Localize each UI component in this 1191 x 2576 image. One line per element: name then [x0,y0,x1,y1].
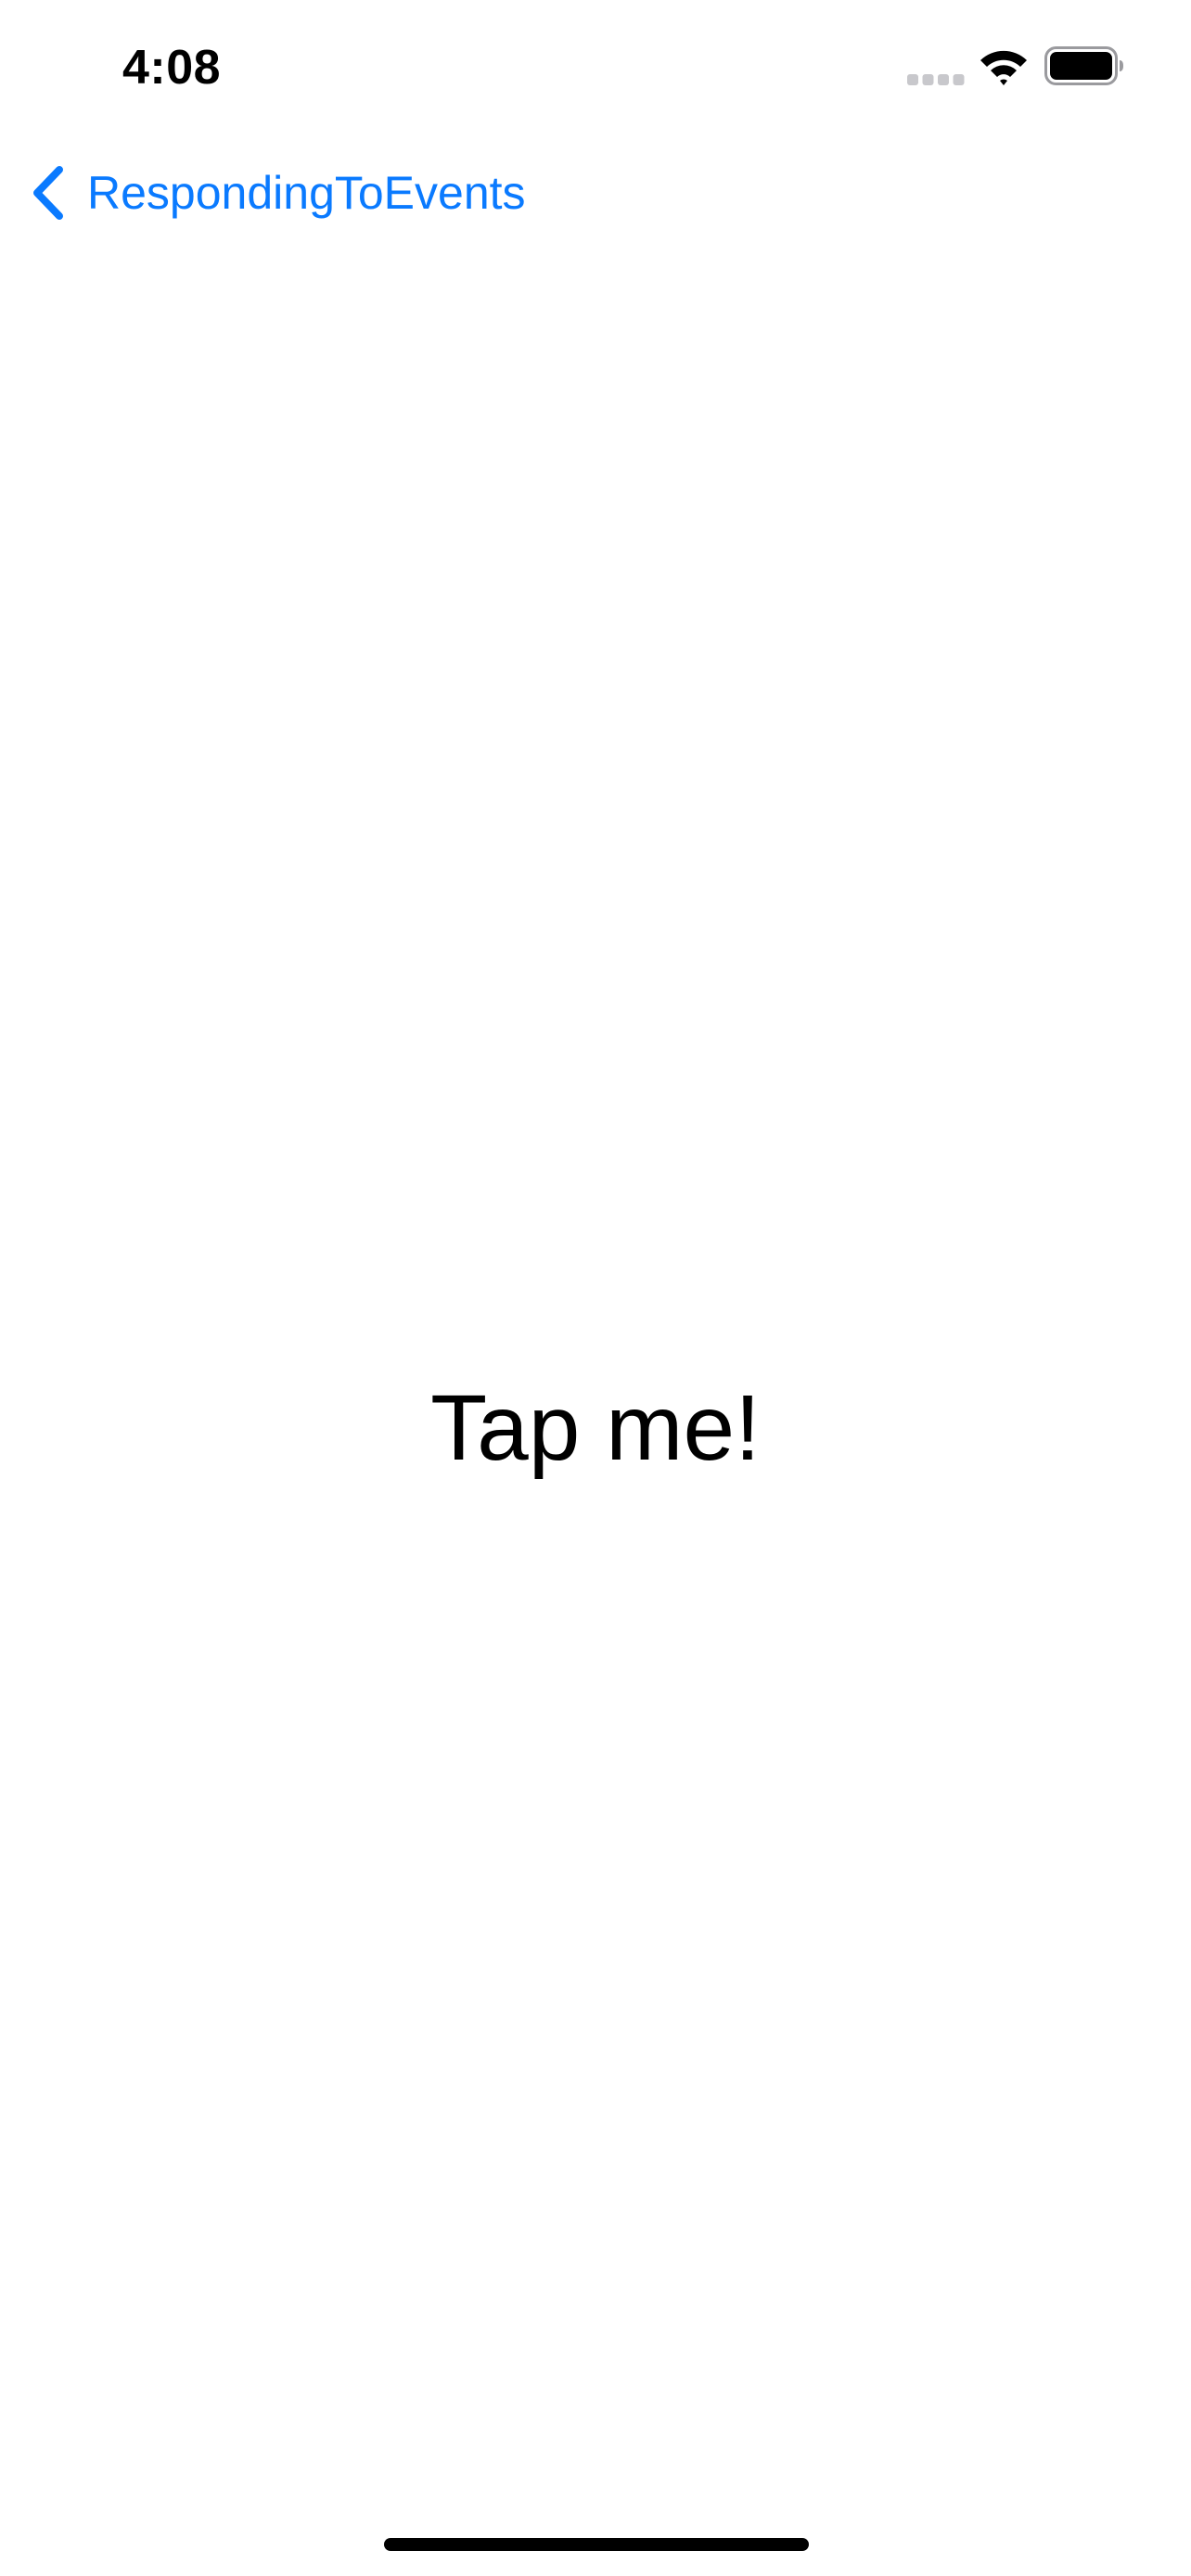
tap-me-label[interactable]: Tap me! [0,1372,1191,1484]
battery-icon [1044,46,1123,85]
back-button[interactable]: RespondingToEvents [28,156,526,230]
main-content: Tap me! [0,250,1191,2476]
app-screen: 4:08 RespondingToEvents Tap me! [0,0,1191,2576]
home-indicator[interactable] [384,2538,809,2551]
status-bar: 4:08 [0,0,1191,139]
status-time: 4:08 [122,41,222,95]
navigation-bar: RespondingToEvents [0,139,1191,250]
cellular-signal-icon [907,74,965,85]
chevron-left-icon [33,166,63,220]
wifi-icon [980,50,1027,85]
back-button-label: RespondingToEvents [87,167,526,219]
